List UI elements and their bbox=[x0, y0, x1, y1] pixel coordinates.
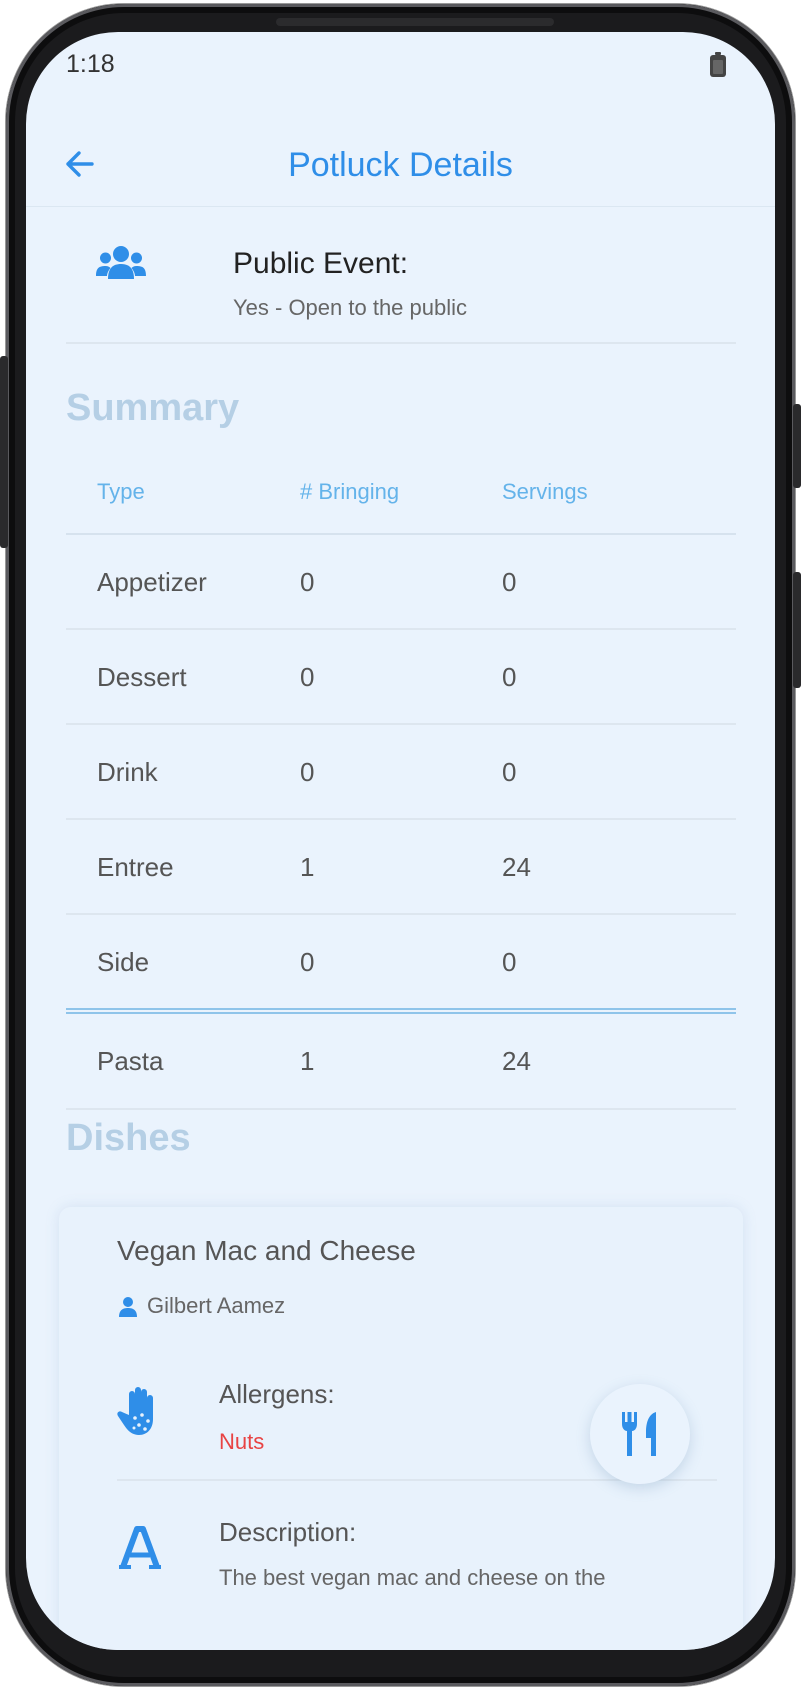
power-button bbox=[793, 404, 801, 488]
user-icon bbox=[119, 1297, 137, 1317]
app-screen: 1:18 Potluck Details Public Event: Yes -… bbox=[26, 32, 775, 1650]
row-servings: 0 bbox=[502, 662, 517, 692]
side-button bbox=[793, 572, 801, 688]
table-row: Entree 1 24 bbox=[66, 820, 736, 915]
app-bar: Potluck Details bbox=[26, 122, 775, 210]
total-type: Pasta bbox=[97, 1046, 164, 1076]
dish-owner: Gilbert Aamez bbox=[147, 1293, 286, 1318]
status-bar: 1:18 bbox=[26, 32, 775, 96]
battery-icon bbox=[710, 52, 726, 77]
utensils-icon bbox=[622, 1412, 656, 1456]
row-bringing: 0 bbox=[300, 757, 315, 787]
users-icon bbox=[96, 246, 146, 279]
header-servings: Servings bbox=[502, 479, 588, 504]
row-servings: 0 bbox=[502, 567, 517, 597]
font-icon bbox=[119, 1526, 161, 1569]
volume-button bbox=[0, 356, 8, 548]
total-bringing: 1 bbox=[300, 1046, 315, 1076]
row-bringing: 0 bbox=[300, 662, 315, 692]
public-event-row: Public Event: Yes - Open to the public bbox=[66, 207, 736, 344]
speaker-slot bbox=[276, 18, 554, 26]
header-bringing: # Bringing bbox=[300, 479, 400, 504]
allergies-hand-icon bbox=[117, 1387, 153, 1435]
dishes-title: Dishes bbox=[66, 1117, 191, 1159]
allergens-label: Allergens: bbox=[219, 1379, 335, 1409]
row-bringing: 0 bbox=[300, 567, 315, 597]
status-time: 1:18 bbox=[66, 50, 115, 78]
page-title: Potluck Details bbox=[288, 146, 513, 184]
public-event-value: Yes - Open to the public bbox=[233, 295, 468, 320]
row-servings: 24 bbox=[502, 852, 531, 882]
public-event-label: Public Event: bbox=[233, 247, 409, 280]
table-header: Type # Bringing Servings bbox=[66, 447, 736, 535]
row-type: Entree bbox=[97, 852, 174, 882]
header-type: Type bbox=[97, 479, 145, 504]
table-total-row: Pasta 1 24 bbox=[66, 1014, 736, 1110]
summary-title: Summary bbox=[66, 387, 240, 429]
row-type: Drink bbox=[97, 757, 158, 787]
row-type: Appetizer bbox=[97, 567, 207, 597]
description-label: Description: bbox=[219, 1517, 357, 1547]
table-row: Side 0 0 bbox=[66, 915, 736, 1008]
row-bringing: 1 bbox=[300, 852, 315, 882]
allergens-value: Nuts bbox=[219, 1429, 265, 1454]
row-bringing: 0 bbox=[300, 947, 315, 977]
description-value: The best vegan mac and cheese on the bbox=[219, 1565, 606, 1590]
table-row: Appetizer 0 0 bbox=[66, 535, 736, 630]
row-servings: 0 bbox=[502, 947, 517, 977]
row-type: Side bbox=[97, 947, 150, 977]
total-servings: 24 bbox=[502, 1046, 531, 1076]
table-row: Drink 0 0 bbox=[66, 725, 736, 820]
row-servings: 0 bbox=[502, 757, 517, 787]
row-type: Dessert bbox=[97, 662, 187, 692]
add-dish-fab[interactable] bbox=[590, 1384, 690, 1484]
table-row: Dessert 0 0 bbox=[66, 630, 736, 725]
dish-name: Vegan Mac and Cheese bbox=[117, 1235, 416, 1266]
summary-table: Type # Bringing Servings Appetizer 0 0 D… bbox=[66, 447, 736, 1110]
